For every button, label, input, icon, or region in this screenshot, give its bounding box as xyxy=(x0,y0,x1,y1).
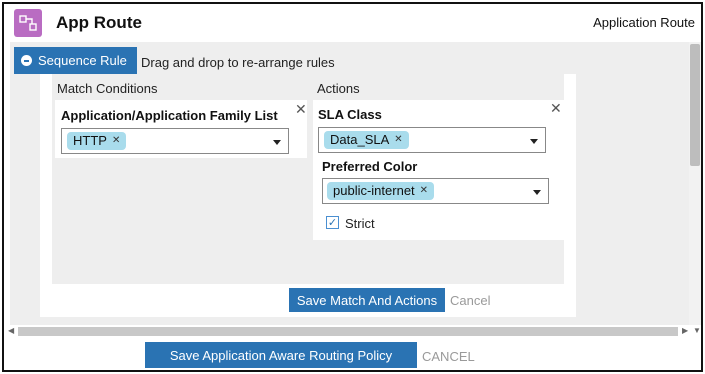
header-context-label: Application Route xyxy=(593,15,695,30)
save-match-actions-button[interactable]: Save Match And Actions xyxy=(289,288,445,312)
rule-cancel-link[interactable]: Cancel xyxy=(450,293,490,308)
rule-panel: Match Conditions ✕ Application/Applicati… xyxy=(40,74,576,317)
preferred-color-select[interactable]: public-internet ✕ xyxy=(322,178,549,204)
actions-card: ✕ SLA Class Data_SLA ✕ Preferred Color p… xyxy=(313,100,564,240)
strict-label: Strict xyxy=(345,216,375,231)
policy-cancel-link[interactable]: CANCEL xyxy=(422,349,475,364)
chip-public-internet-label: public-internet xyxy=(333,183,415,198)
app-route-icon xyxy=(14,9,42,37)
remove-action-close-icon[interactable]: ✕ xyxy=(550,101,562,115)
chip-public-internet: public-internet ✕ xyxy=(327,182,435,200)
chip-http: HTTP ✕ xyxy=(67,132,127,150)
chevron-down-icon[interactable] xyxy=(530,139,538,144)
chip-remove-icon[interactable]: ✕ xyxy=(112,132,120,150)
drag-hint: Drag and drop to re-arrange rules xyxy=(141,55,335,70)
sla-class-label: SLA Class xyxy=(318,107,382,122)
chip-remove-icon[interactable]: ✕ xyxy=(394,131,402,149)
header: App Route Application Route xyxy=(4,4,701,42)
remove-match-close-icon[interactable]: ✕ xyxy=(295,102,307,116)
horizontal-scroll-thumb[interactable] xyxy=(18,327,678,336)
page-title: App Route xyxy=(56,13,142,32)
horizontal-scrollbar[interactable]: ◀ ▶ ▼ xyxy=(8,325,701,337)
footer: Save Application Aware Routing Policy CA… xyxy=(4,338,701,370)
workspace: Sequence Rule Drag and drop to re-arrang… xyxy=(10,42,689,325)
sequence-rule-label: Sequence Rule xyxy=(38,53,127,68)
app-route-glyph xyxy=(19,15,37,31)
vertical-scroll-thumb[interactable] xyxy=(690,44,700,166)
chip-data-sla-label: Data_SLA xyxy=(330,132,390,147)
actions-title: Actions xyxy=(317,81,360,96)
chevron-down-icon[interactable] xyxy=(273,140,281,145)
sla-class-select[interactable]: Data_SLA ✕ xyxy=(318,127,546,153)
strict-checkbox[interactable]: ✓ xyxy=(326,216,339,229)
chevron-down-icon[interactable] xyxy=(533,190,541,195)
app-family-list-select[interactable]: HTTP ✕ xyxy=(61,128,289,154)
save-policy-button[interactable]: Save Application Aware Routing Policy xyxy=(145,342,417,368)
chip-data-sla: Data_SLA ✕ xyxy=(324,131,409,149)
window-frame: App Route Application Route Sequence Rul… xyxy=(2,2,703,372)
rule-body: Match Conditions ✕ Application/Applicati… xyxy=(52,74,564,284)
scroll-left-icon[interactable]: ◀ xyxy=(8,326,14,335)
app-family-list-label: Application/Application Family List xyxy=(61,108,278,123)
vertical-scrollbar[interactable] xyxy=(689,42,701,325)
chip-remove-icon[interactable]: ✕ xyxy=(420,182,428,200)
collapse-circle-icon xyxy=(21,55,32,66)
match-conditions-title: Match Conditions xyxy=(57,81,158,96)
scroll-down-icon[interactable]: ▼ xyxy=(693,326,701,335)
match-condition-card: ✕ Application/Application Family List HT… xyxy=(55,100,307,158)
scroll-right-icon[interactable]: ▶ xyxy=(682,326,688,335)
chip-http-label: HTTP xyxy=(73,133,107,148)
preferred-color-label: Preferred Color xyxy=(322,159,418,174)
sequence-rule-button[interactable]: Sequence Rule xyxy=(14,47,137,74)
